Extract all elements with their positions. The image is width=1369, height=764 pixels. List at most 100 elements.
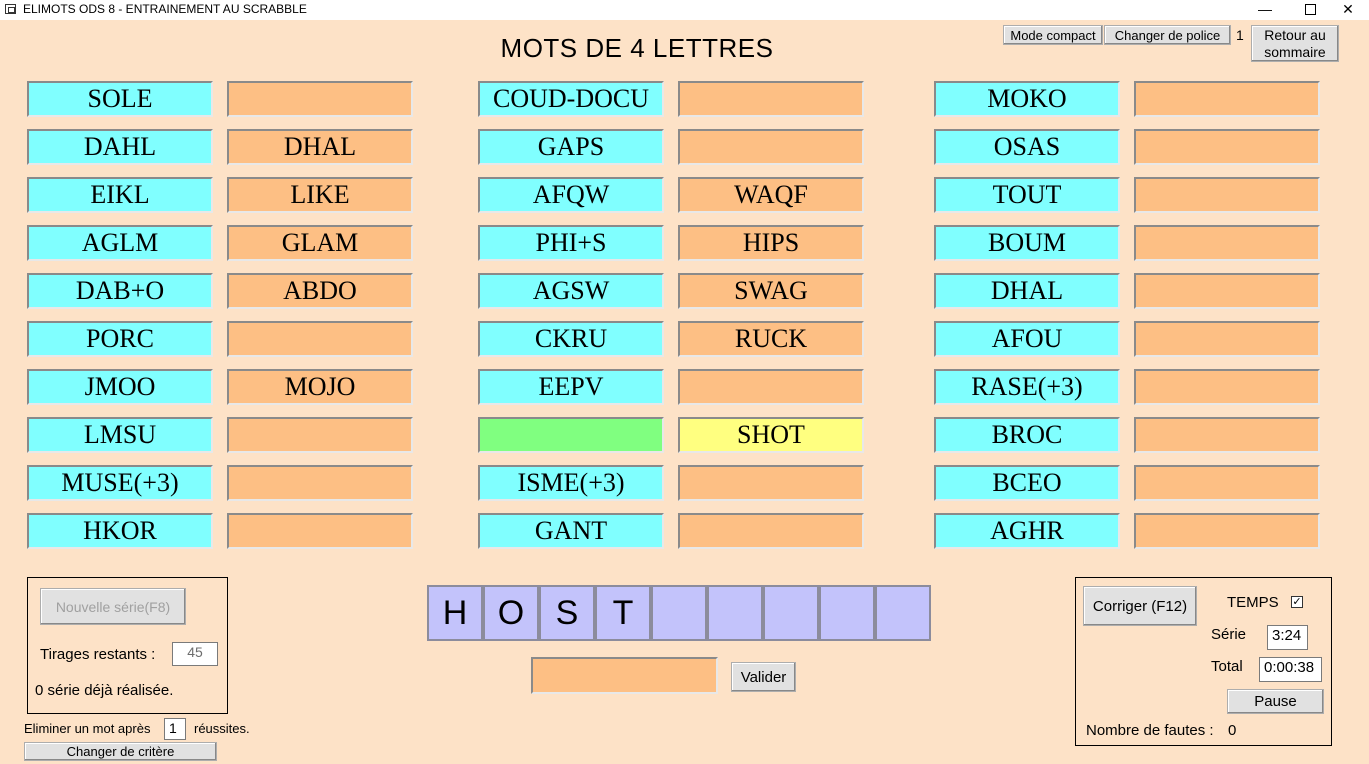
answer-cell <box>1134 417 1320 453</box>
correct-button[interactable]: Corriger (F12) <box>1083 586 1197 626</box>
answer-cell: DHAL <box>227 129 413 165</box>
question-cell: BOUM <box>934 225 1120 261</box>
answer-cell: HIPS <box>678 225 864 261</box>
series-panel: Nouvelle série(F8) Tirages restants : 45… <box>27 577 228 714</box>
eliminate-suffix-label: réussites. <box>194 721 250 736</box>
question-cell: OSAS <box>934 129 1120 165</box>
question-cell: LMSU <box>27 417 213 453</box>
answer-cell <box>227 417 413 453</box>
total-label: Total <box>1211 658 1243 675</box>
letter-tile[interactable]: H <box>427 585 483 641</box>
answer-cell <box>1134 177 1320 213</box>
eliminate-label: Eliminer un mot après <box>24 721 151 736</box>
answer-cell: RUCK <box>678 321 864 357</box>
question-cell: AGSW <box>478 273 664 309</box>
question-cell: CKRU <box>478 321 664 357</box>
question-cell: MOKO <box>934 81 1120 117</box>
answer-input[interactable] <box>531 657 718 694</box>
eliminate-count-input[interactable]: 1 <box>164 718 186 740</box>
answer-cell: SWAG <box>678 273 864 309</box>
maximize-icon <box>1304 4 1316 15</box>
question-cell: AGHR <box>934 513 1120 549</box>
time-label: TEMPS <box>1227 594 1279 611</box>
answer-cell: GLAM <box>227 225 413 261</box>
answer-cell <box>227 513 413 549</box>
question-cell: PHI+S <box>478 225 664 261</box>
new-series-button[interactable]: Nouvelle série(F8) <box>40 588 186 625</box>
remaining-draws-field: 45 <box>172 642 218 666</box>
total-time-field: 0:00:38 <box>1259 657 1322 682</box>
letter-tile[interactable] <box>707 585 763 641</box>
question-cell: HKOR <box>27 513 213 549</box>
letter-tile[interactable] <box>651 585 707 641</box>
answer-cell: SHOT <box>678 417 864 453</box>
answer-cell <box>678 369 864 405</box>
serie-label: Série <box>1211 626 1247 643</box>
minimize-button[interactable]: — <box>1242 0 1288 20</box>
pause-button[interactable]: Pause <box>1227 689 1324 714</box>
question-cell: BCEO <box>934 465 1120 501</box>
letter-tile[interactable]: O <box>483 585 539 641</box>
answer-cell <box>1134 225 1320 261</box>
question-cell: TOUT <box>934 177 1120 213</box>
answer-cell <box>678 513 864 549</box>
question-cell: GAPS <box>478 129 664 165</box>
answer-cell <box>1134 321 1320 357</box>
question-cell: GANT <box>478 513 664 549</box>
validate-button[interactable]: Valider <box>731 662 796 692</box>
answer-cell <box>1134 129 1320 165</box>
font-number: 1 <box>1236 27 1244 43</box>
series-done-label: 0 série déjà réalisée. <box>35 682 174 699</box>
answer-cell: MOJO <box>227 369 413 405</box>
answer-cell <box>227 321 413 357</box>
question-cell: DHAL <box>934 273 1120 309</box>
answer-cell <box>678 465 864 501</box>
question-cell: EEPV <box>478 369 664 405</box>
serie-time-field: 3:24 <box>1267 625 1308 650</box>
answer-cell <box>1134 369 1320 405</box>
answer-cell <box>1134 465 1320 501</box>
compact-mode-button[interactable]: Mode compact <box>1003 25 1103 45</box>
question-cell: MUSE(+3) <box>27 465 213 501</box>
question-cell: COUD-DOCU <box>478 81 664 117</box>
letter-tile[interactable] <box>875 585 931 641</box>
app-icon <box>5 4 16 14</box>
question-cell: DAB+O <box>27 273 213 309</box>
question-cell <box>478 417 664 453</box>
change-font-button[interactable]: Changer de police <box>1104 25 1231 45</box>
answer-cell: WAQF <box>678 177 864 213</box>
back-label-line2: sommaire <box>1264 43 1326 60</box>
answer-cell <box>1134 81 1320 117</box>
answer-cell <box>227 465 413 501</box>
letter-tile[interactable] <box>819 585 875 641</box>
question-cell: BROC <box>934 417 1120 453</box>
question-cell: JMOO <box>27 369 213 405</box>
answer-cell: LIKE <box>227 177 413 213</box>
back-to-summary-button[interactable]: Retour au sommaire <box>1251 25 1339 62</box>
errors-label: Nombre de fautes : <box>1086 722 1214 739</box>
errors-value: 0 <box>1228 722 1237 739</box>
title-bar: ELIMOTS ODS 8 - ENTRAINEMENT AU SCRABBLE… <box>0 0 1369 20</box>
answer-cell: ABDO <box>227 273 413 309</box>
answer-cell <box>678 81 864 117</box>
close-button[interactable]: ✕ <box>1325 0 1369 20</box>
answer-cell <box>1134 273 1320 309</box>
answer-cell <box>1134 513 1320 549</box>
question-cell: DAHL <box>27 129 213 165</box>
question-cell: ISME(+3) <box>478 465 664 501</box>
question-cell: SOLE <box>27 81 213 117</box>
letter-tile[interactable] <box>763 585 819 641</box>
question-cell: RASE(+3) <box>934 369 1120 405</box>
window-title: ELIMOTS ODS 8 - ENTRAINEMENT AU SCRABBLE <box>23 2 307 16</box>
answer-cell <box>227 81 413 117</box>
question-cell: AFQW <box>478 177 664 213</box>
question-cell: PORC <box>27 321 213 357</box>
letter-tile[interactable]: S <box>539 585 595 641</box>
time-checkbox[interactable]: ✓ <box>1291 596 1303 608</box>
question-cell: AFOU <box>934 321 1120 357</box>
question-cell: EIKL <box>27 177 213 213</box>
back-label-line1: Retour au <box>1264 26 1326 43</box>
change-criteria-button[interactable]: Changer de critère <box>24 742 217 761</box>
answer-cell <box>678 129 864 165</box>
letter-tile[interactable]: T <box>595 585 651 641</box>
